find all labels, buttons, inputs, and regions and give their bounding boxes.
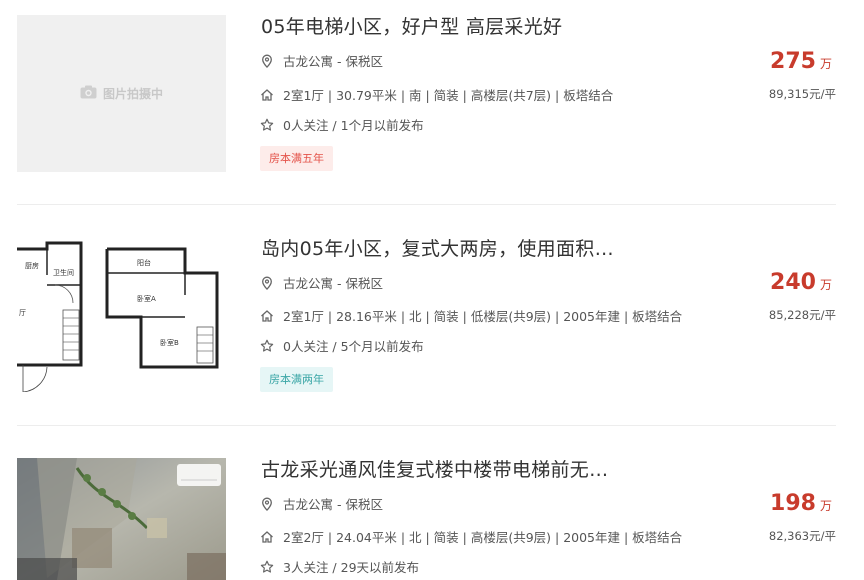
floorplan-label: 厅 [19, 309, 26, 317]
floorplan-label: 厨房 [25, 261, 39, 270]
listing-title[interactable]: 古龙采光通风佳复式楼中楼带电梯前无… [261, 455, 608, 482]
room-photo [17, 458, 226, 580]
listing-title[interactable]: 05年电梯小区，好户型 高层采光好 [261, 12, 562, 39]
listing-card[interactable]: 图片拍摄中 05年电梯小区，好户型 高层采光好 古龙公寓 - 保税区 2室1厅 … [0, 0, 864, 205]
star-icon [260, 118, 274, 132]
location-icon [260, 276, 274, 290]
unit-price: 85,228元/平 [768, 308, 836, 322]
location-icon [260, 497, 274, 511]
floorplan-image: 厨房 卫生间 厅 阳台 卧室A 卧室B [17, 241, 219, 392]
house-details: 2室1厅 | 28.16平米 | 北 | 简装 | 低楼层(共9层) | 200… [283, 309, 683, 324]
house-details: 2室1厅 | 30.79平米 | 南 | 简装 | 高楼层(共7层) | 板塔结… [283, 88, 614, 103]
follow-info: 0人关注 / 5个月以前发布 [283, 339, 424, 354]
house-icon [260, 530, 274, 544]
floorplan-label: 卧室A [137, 294, 156, 303]
listing-title[interactable]: 岛内05年小区，复式大两房，使用面积… [261, 234, 614, 261]
unit-price: 82,363元/平 [768, 529, 836, 543]
location-link[interactable]: 古龙公寓 - 保税区 [283, 51, 383, 70]
location-row: 古龙公寓 - 保税区 [260, 273, 383, 292]
location-link[interactable]: 古龙公寓 - 保税区 [283, 494, 383, 513]
unit-price: 89,315元/平 [768, 87, 836, 101]
floorplan-label: 阳台 [137, 258, 151, 267]
follow-info: 3人关注 / 29天以前发布 [283, 560, 420, 575]
total-price: 240 万 [770, 270, 832, 295]
image-placeholder-text: 图片拍摄中 [102, 87, 163, 101]
listing-floorplan[interactable]: 厨房 卫生间 厅 阳台 卧室A 卧室B [17, 235, 226, 392]
location-row: 古龙公寓 - 保税区 [260, 494, 383, 513]
location-icon [260, 54, 274, 68]
price-unit: 万 [819, 57, 832, 71]
price-value: 198 [770, 491, 816, 516]
star-icon [260, 339, 274, 353]
price-unit: 万 [819, 278, 832, 292]
location-row: 古龙公寓 - 保税区 [260, 51, 383, 70]
listing-tag: 房本满五年 [260, 146, 333, 171]
price-value: 240 [770, 270, 816, 295]
listing-photo[interactable] [17, 458, 226, 580]
total-price: 275 万 [770, 49, 832, 74]
follow-info: 0人关注 / 1个月以前发布 [283, 118, 424, 133]
price-value: 275 [770, 49, 816, 74]
listing-card[interactable]: 古龙采光通风佳复式楼中楼带电梯前无… 古龙公寓 - 保税区 2室2厅 | 24.… [0, 426, 864, 580]
details-row: 2室1厅 | 28.16平米 | 北 | 简装 | 低楼层(共9层) | 200… [260, 306, 682, 325]
follow-row: 0人关注 / 5个月以前发布 [260, 336, 424, 355]
listing-tag: 房本满两年 [260, 367, 333, 392]
listing-card[interactable]: 厨房 卫生间 厅 阳台 卧室A 卧室B 岛内05年小区，复式大两房，使用面积… … [0, 205, 864, 425]
star-icon [260, 560, 274, 574]
camera-icon [80, 85, 97, 102]
details-row: 2室2厅 | 24.04平米 | 北 | 简装 | 高楼层(共9层) | 200… [260, 527, 682, 546]
house-icon [260, 309, 274, 323]
total-price: 198 万 [770, 491, 832, 516]
location-link[interactable]: 古龙公寓 - 保税区 [283, 273, 383, 292]
details-row: 2室1厅 | 30.79平米 | 南 | 简装 | 高楼层(共7层) | 板塔结… [260, 85, 613, 104]
floorplan-label: 卧室B [160, 338, 179, 347]
price-unit: 万 [819, 499, 832, 513]
floorplan-label: 卫生间 [53, 268, 74, 277]
follow-row: 0人关注 / 1个月以前发布 [260, 115, 424, 134]
house-icon [260, 88, 274, 102]
listing-thumbnail[interactable]: 图片拍摄中 [17, 15, 226, 172]
house-details: 2室2厅 | 24.04平米 | 北 | 简装 | 高楼层(共9层) | 200… [283, 530, 683, 545]
follow-row: 3人关注 / 29天以前发布 [260, 557, 419, 576]
